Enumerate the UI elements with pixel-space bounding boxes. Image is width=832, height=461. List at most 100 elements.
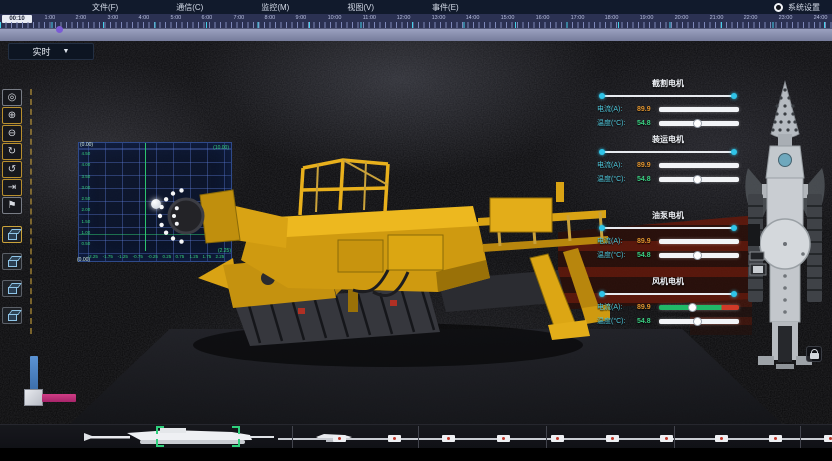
axis-origin-cube xyxy=(24,389,43,406)
axis-orientation-widget xyxy=(14,356,78,414)
viewport-toolbar: ◎ ⊕⊖↻ ↺ ⇥⚑ xyxy=(2,89,32,334)
gear-icon xyxy=(774,3,783,12)
zoom-in-button[interactable]: ⊕ xyxy=(2,107,22,124)
current-bar[interactable] xyxy=(659,239,739,244)
machine-schematic-top-view xyxy=(740,76,830,372)
view-lock-button[interactable] xyxy=(806,346,822,362)
3d-viewport[interactable]: 实时 ▼ ◎⊕⊖↻↺⇥⚑ (0.00) (10.00) (0.00) (2.25… xyxy=(0,41,832,424)
current-row: 电流(A):89.9 xyxy=(597,160,739,170)
strip-divider xyxy=(292,426,293,448)
grid-x-label: 0.75 xyxy=(176,254,185,259)
temp-value: 54.8 xyxy=(637,318,659,325)
view-side-button[interactable] xyxy=(2,280,22,297)
grid-x-label: -1.75 xyxy=(103,254,113,259)
hour-label: 9:00 xyxy=(296,14,307,21)
grid-x-labels: -2.25-1.75-1.25-0.75-0.250.250.751.251.7… xyxy=(87,254,225,260)
current-value: 89.9 xyxy=(637,304,659,311)
conveyor-segment xyxy=(606,435,619,442)
rotate-ccw-icon: ↺ xyxy=(8,164,16,175)
hour-label: 11:00 xyxy=(362,14,375,21)
conveyor-segment xyxy=(333,435,346,442)
grid-x-label: -0.25 xyxy=(148,254,158,259)
orbit-button[interactable]: ◎ xyxy=(2,89,22,106)
range-handle-right[interactable] xyxy=(731,225,737,231)
hour-label: 17:00 xyxy=(570,14,584,21)
range-track xyxy=(603,95,733,97)
temp-bar[interactable] xyxy=(659,253,739,258)
menu-item-comm[interactable]: 通信(C) xyxy=(176,2,203,13)
grid-x-label: 1.25 xyxy=(189,254,198,259)
pan-right-button[interactable]: ⇥ xyxy=(2,179,22,196)
current-label: 电流(A): xyxy=(597,160,637,170)
temp-label: 温度(°C): xyxy=(597,316,637,326)
hour-label: 21:00 xyxy=(709,14,723,21)
range-handle-left[interactable] xyxy=(599,291,605,297)
menu-item-view[interactable]: 视图(V) xyxy=(347,2,374,13)
selection-brackets xyxy=(156,426,240,447)
current-bar[interactable] xyxy=(659,107,739,112)
motor-range-slider[interactable] xyxy=(600,290,736,298)
current-bar[interactable] xyxy=(659,163,739,168)
motor-range-slider[interactable] xyxy=(600,92,736,100)
view-iso-button[interactable] xyxy=(2,226,22,243)
motor-panel-cutting: 截割电机电流(A):89.9温度(°C):54.8 xyxy=(597,78,739,128)
view-front-button[interactable] xyxy=(2,253,22,270)
cube-icon xyxy=(8,233,17,240)
current-value: 89.9 xyxy=(637,106,659,113)
motor-range-slider[interactable] xyxy=(600,224,736,232)
menu-item-monitor[interactable]: 监控(M) xyxy=(261,2,289,13)
grid-y-label: 3.00 xyxy=(81,185,90,190)
grid-x-label: -1.25 xyxy=(118,254,128,259)
grid-corner-label: (0.00) xyxy=(80,142,93,148)
system-settings-button[interactable]: 系统设置 xyxy=(774,2,820,13)
conveyor-segment xyxy=(660,435,673,442)
conveyor-segment xyxy=(388,435,401,442)
temp-bar[interactable] xyxy=(659,319,739,324)
grid-x-label: 0.25 xyxy=(162,254,171,259)
grid-y-label: 2.00 xyxy=(81,208,90,213)
current-label: 电流(A): xyxy=(597,104,637,114)
conveyor-segment xyxy=(497,435,510,442)
conveyor-segment xyxy=(824,435,832,442)
motor-range-slider[interactable] xyxy=(600,148,736,156)
chevron-down-icon: ▼ xyxy=(63,48,70,55)
zoom-out-button[interactable]: ⊖ xyxy=(2,125,22,142)
grid-y-label: 0.50 xyxy=(81,241,90,246)
scrollbar-marker[interactable] xyxy=(56,26,63,33)
orbit-icon: ◎ xyxy=(8,92,17,103)
grid-y-label: 2.50 xyxy=(81,196,90,201)
motor-title: 装运电机 xyxy=(597,134,739,145)
temp-bar[interactable] xyxy=(659,177,739,182)
view-top-button[interactable] xyxy=(2,307,22,324)
range-track xyxy=(603,293,733,295)
current-bar[interactable] xyxy=(659,305,739,310)
menu-item-event[interactable]: 事件(E) xyxy=(432,2,459,13)
hour-label: 19:00 xyxy=(640,14,654,21)
range-handle-left[interactable] xyxy=(599,93,605,99)
hour-label: 20:00 xyxy=(674,14,688,21)
grid-x-label: -0.75 xyxy=(133,254,143,259)
menu-item-file[interactable]: 文件(F) xyxy=(92,2,118,13)
temp-row: 温度(°C):54.8 xyxy=(597,250,739,260)
current-row: 电流(A):89.9 xyxy=(597,302,739,312)
range-handle-right[interactable] xyxy=(731,291,737,297)
mode-dropdown[interactable]: 实时 ▼ xyxy=(8,43,94,60)
cube-icon xyxy=(8,260,17,267)
rotate-cw-button[interactable]: ↻ xyxy=(2,143,22,160)
range-handle-right[interactable] xyxy=(731,93,737,99)
range-handle-left[interactable] xyxy=(599,149,605,155)
timeline-ruler[interactable]: 00:10 1:002:003:004:005:006:007:008:009:… xyxy=(0,14,832,28)
range-handle-right[interactable] xyxy=(731,149,737,155)
rotate-ccw-button[interactable]: ↺ xyxy=(2,161,22,178)
hour-label: 1:00 xyxy=(44,14,55,21)
hour-label: 7:00 xyxy=(233,14,244,21)
flag-button[interactable]: ⚑ xyxy=(2,197,22,214)
timeline-scrollbar[interactable] xyxy=(0,28,832,41)
temp-bar[interactable] xyxy=(659,121,739,126)
range-handle-left[interactable] xyxy=(599,225,605,231)
hour-label: 24:00 xyxy=(813,14,827,21)
temp-label: 温度(°C): xyxy=(597,118,637,128)
grid-y-label: 1.50 xyxy=(81,219,90,224)
hour-label: 14:00 xyxy=(466,14,480,21)
conveyor-segment xyxy=(769,435,782,442)
